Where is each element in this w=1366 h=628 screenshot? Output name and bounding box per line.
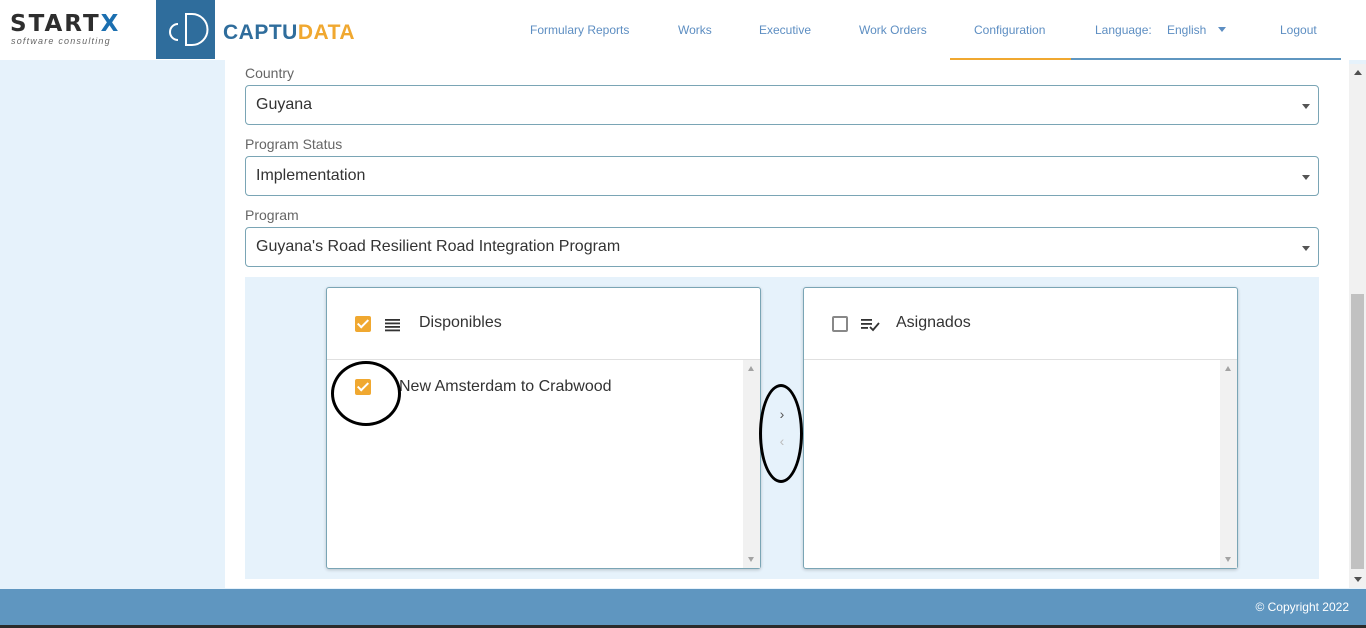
nav-executive[interactable]: Executive	[759, 0, 811, 60]
scrollbar-thumb[interactable]	[1351, 294, 1364, 569]
dropdown-arrow-icon	[1302, 175, 1310, 180]
country-select[interactable]: Guyana	[245, 85, 1319, 125]
app-footer: © Copyright 2022	[0, 589, 1366, 625]
assigned-list-scrollbar[interactable]	[1220, 360, 1237, 568]
nav-works[interactable]: Works	[678, 0, 712, 60]
available-list-box: Disponibles New Amsterdam to Crabwood	[326, 287, 761, 569]
program-label: Program	[245, 207, 299, 223]
chevron-down-icon[interactable]	[1218, 27, 1226, 32]
item-checkbox[interactable]	[355, 379, 371, 395]
list-icon	[385, 319, 400, 332]
scroll-up-icon[interactable]	[1225, 366, 1231, 371]
item-label: New Amsterdam to Crabwood	[399, 378, 612, 395]
program-status-select[interactable]: Implementation	[245, 156, 1319, 196]
scroll-down-icon[interactable]	[1354, 577, 1362, 582]
available-list: New Amsterdam to Crabwood	[327, 360, 760, 568]
select-all-assigned-checkbox[interactable]	[832, 316, 848, 332]
available-list-header: Disponibles	[327, 288, 760, 360]
language-label: Language:	[1095, 23, 1152, 37]
program-status-value: Implementation	[256, 167, 366, 184]
country-value: Guyana	[256, 96, 313, 113]
nav-logout[interactable]: Logout	[1280, 0, 1317, 60]
scroll-up-icon[interactable]	[748, 366, 754, 371]
nav-work-orders[interactable]: Work Orders	[859, 0, 927, 60]
dropdown-arrow-icon	[1302, 104, 1310, 109]
move-left-button[interactable]: ‹	[772, 431, 792, 451]
nav-configuration[interactable]: Configuration	[974, 0, 1045, 60]
checklist-icon	[861, 319, 880, 332]
select-all-available-checkbox[interactable]	[355, 316, 371, 332]
program-select[interactable]: Guyana's Road Resilient Road Integration…	[245, 227, 1319, 267]
scroll-up-icon[interactable]	[1354, 70, 1362, 75]
app-header: STARTX software consulting CAPTUDATA For…	[0, 0, 1366, 60]
scroll-down-icon[interactable]	[1225, 557, 1231, 562]
available-list-scrollbar[interactable]	[743, 360, 760, 568]
program-status-label: Program Status	[245, 136, 343, 152]
top-nav: Formulary Reports Works Executive Work O…	[0, 0, 1366, 60]
dropdown-arrow-icon	[1302, 246, 1310, 251]
page-scrollbar[interactable]	[1349, 64, 1366, 588]
assigned-title: Asignados	[896, 314, 971, 331]
assigned-list-header: Asignados	[804, 288, 1237, 360]
country-label: Country	[245, 65, 295, 81]
copyright-text: © Copyright 2022	[1255, 600, 1349, 614]
scroll-down-icon[interactable]	[748, 557, 754, 562]
language-select[interactable]: English	[1167, 0, 1206, 60]
assigned-list-box: Asignados	[803, 287, 1238, 569]
available-title: Disponibles	[419, 314, 502, 331]
move-right-button[interactable]: ›	[772, 404, 792, 424]
program-value: Guyana's Road Resilient Road Integration…	[256, 238, 621, 255]
assigned-list	[804, 360, 1237, 568]
nav-formulary-reports[interactable]: Formulary Reports	[530, 0, 629, 60]
